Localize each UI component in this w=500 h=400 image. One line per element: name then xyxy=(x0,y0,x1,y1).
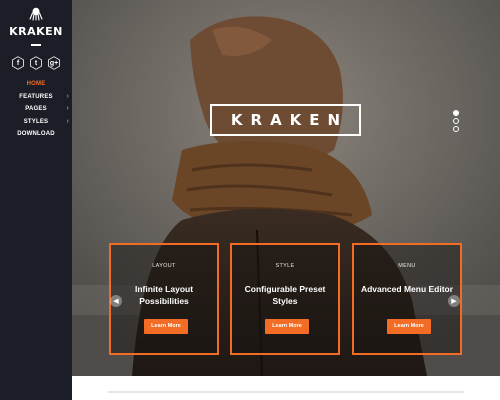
nav-item-home[interactable]: HOME xyxy=(0,78,72,91)
slide-dot-2[interactable] xyxy=(453,118,459,124)
chevron-right-icon: › xyxy=(66,105,69,112)
hero-title: KRAKEN xyxy=(210,104,361,136)
nav-item-label: FEATURES xyxy=(19,93,53,100)
brand-name[interactable]: KRAKEN xyxy=(0,25,72,38)
card-title: Infinite Layout Possibilities xyxy=(134,284,194,306)
nav-item-features[interactable]: FEATURES › xyxy=(0,91,72,104)
arrow-left-icon[interactable]: ◀ xyxy=(110,295,122,307)
card-category: LAYOUT xyxy=(152,263,176,269)
card-title: Advanced Menu Editor xyxy=(360,284,454,294)
content-divider xyxy=(108,391,464,393)
social-links: f t g+ xyxy=(11,56,61,70)
learn-more-button[interactable]: Learn More xyxy=(265,319,309,334)
feature-card-layout: LAYOUT Infinite Layout Possibilities Lea… xyxy=(109,243,219,355)
octopus-icon[interactable] xyxy=(29,7,43,21)
google-plus-icon[interactable]: g+ xyxy=(47,56,61,70)
slide-indicators xyxy=(451,109,461,133)
nav-item-label: DOWNLOAD xyxy=(17,131,55,137)
feature-card-menu: MENU Advanced Menu Editor Learn More xyxy=(352,243,462,355)
nav-item-download[interactable]: DOWNLOAD xyxy=(0,128,72,141)
nav-item-pages[interactable]: PAGES › xyxy=(0,103,72,116)
sidebar: KRAKEN f t g+ HOME FEATURES › PAGES › ST… xyxy=(0,0,72,400)
facebook-icon[interactable]: f xyxy=(11,56,25,70)
main-nav: HOME FEATURES › PAGES › STYLES › DOWNLOA… xyxy=(0,78,72,141)
card-title: Configurable Preset Styles xyxy=(244,284,326,306)
page-content xyxy=(72,376,500,400)
nav-item-styles[interactable]: STYLES › xyxy=(0,116,72,129)
slide-dot-1[interactable] xyxy=(453,110,459,116)
card-category: STYLE xyxy=(275,263,295,269)
card-category: MENU xyxy=(398,263,416,269)
learn-more-button[interactable]: Learn More xyxy=(144,319,188,334)
chevron-right-icon: › xyxy=(66,117,69,125)
arrow-right-icon[interactable]: ▶ xyxy=(448,295,460,307)
learn-more-button[interactable]: Learn More xyxy=(387,319,431,334)
hero-slider: KRAKEN LAYOUT Infinite Layout Possibilit… xyxy=(72,0,500,376)
chevron-right-icon: › xyxy=(66,92,69,100)
feature-card-style: STYLE Configurable Preset Styles Learn M… xyxy=(230,243,340,355)
nav-item-label: STYLES xyxy=(23,118,49,125)
slide-dot-3[interactable] xyxy=(453,126,459,132)
nav-item-label: PAGES xyxy=(25,106,47,112)
brand-divider xyxy=(31,44,41,46)
nav-item-label: HOME xyxy=(26,81,46,87)
twitter-icon[interactable]: t xyxy=(29,56,43,70)
